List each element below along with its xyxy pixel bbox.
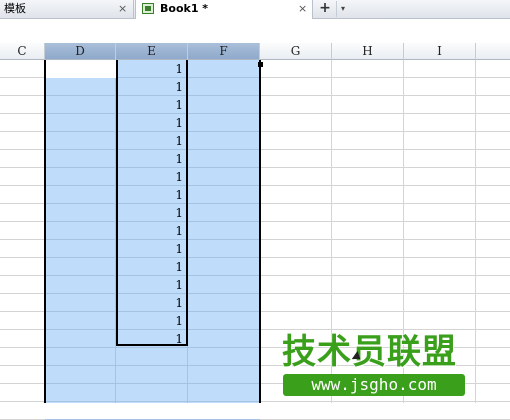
column-gridline: [475, 60, 476, 403]
cell-e-value[interactable]: 1: [116, 114, 186, 132]
column-header-i[interactable]: I: [404, 43, 476, 60]
cell-e-value[interactable]: 1: [116, 330, 186, 348]
column-header-e[interactable]: E: [116, 43, 188, 60]
column-header-d[interactable]: D: [45, 43, 116, 60]
cell-e-value[interactable]: 1: [116, 204, 186, 222]
cell-e-value[interactable]: 1: [116, 258, 186, 276]
cell-e-value[interactable]: 1: [116, 240, 186, 258]
chevron-down-icon[interactable]: ▾: [336, 1, 349, 17]
cell-e-value[interactable]: 1: [116, 186, 186, 204]
cell-e-value[interactable]: 1: [116, 312, 186, 330]
selection-row-gridline: [45, 365, 260, 366]
selection-row-gridline: [45, 401, 260, 402]
cell-e-value[interactable]: 1: [116, 222, 186, 240]
column-header-c[interactable]: C: [0, 43, 45, 60]
watermark-url: www.jsgho.com: [283, 374, 465, 396]
tab-template[interactable]: 模板 ×: [0, 0, 134, 18]
column-header-g[interactable]: G: [260, 43, 332, 60]
selection-border-left: [44, 60, 46, 403]
cell-e-value[interactable]: 1: [116, 150, 186, 168]
cell-e-value[interactable]: 1: [116, 78, 186, 96]
tab-book1-label: Book1 *: [160, 2, 209, 15]
column-header-next[interactable]: [476, 43, 510, 60]
close-icon[interactable]: ×: [298, 0, 307, 17]
cell-e-value[interactable]: 1: [116, 276, 186, 294]
cell-e-value[interactable]: 1: [116, 132, 186, 150]
close-icon[interactable]: ×: [118, 0, 127, 17]
fill-handle[interactable]: [258, 62, 263, 67]
cell-e-value[interactable]: 1: [116, 294, 186, 312]
column-header-h[interactable]: H: [332, 43, 404, 60]
tab-template-label: 模板: [4, 2, 26, 15]
watermark-title: 技术员联盟: [282, 332, 457, 372]
document-tab-bar: 模板 × Book1 * × + ▾: [0, 0, 510, 19]
selection-row-gridline: [45, 383, 260, 384]
workbook-icon: [142, 3, 154, 14]
tab-book1[interactable]: Book1 * ×: [135, 0, 313, 19]
active-cell[interactable]: [45, 60, 116, 78]
add-tab-button[interactable]: +: [316, 1, 334, 17]
cell-e-value[interactable]: 1: [116, 96, 186, 114]
toolbar-strip: [0, 19, 510, 44]
selection-border-right: [259, 60, 261, 403]
column-header-f[interactable]: F: [188, 43, 260, 60]
cell-e-value[interactable]: 1: [116, 168, 186, 186]
cell-e-value[interactable]: 1: [116, 60, 186, 78]
